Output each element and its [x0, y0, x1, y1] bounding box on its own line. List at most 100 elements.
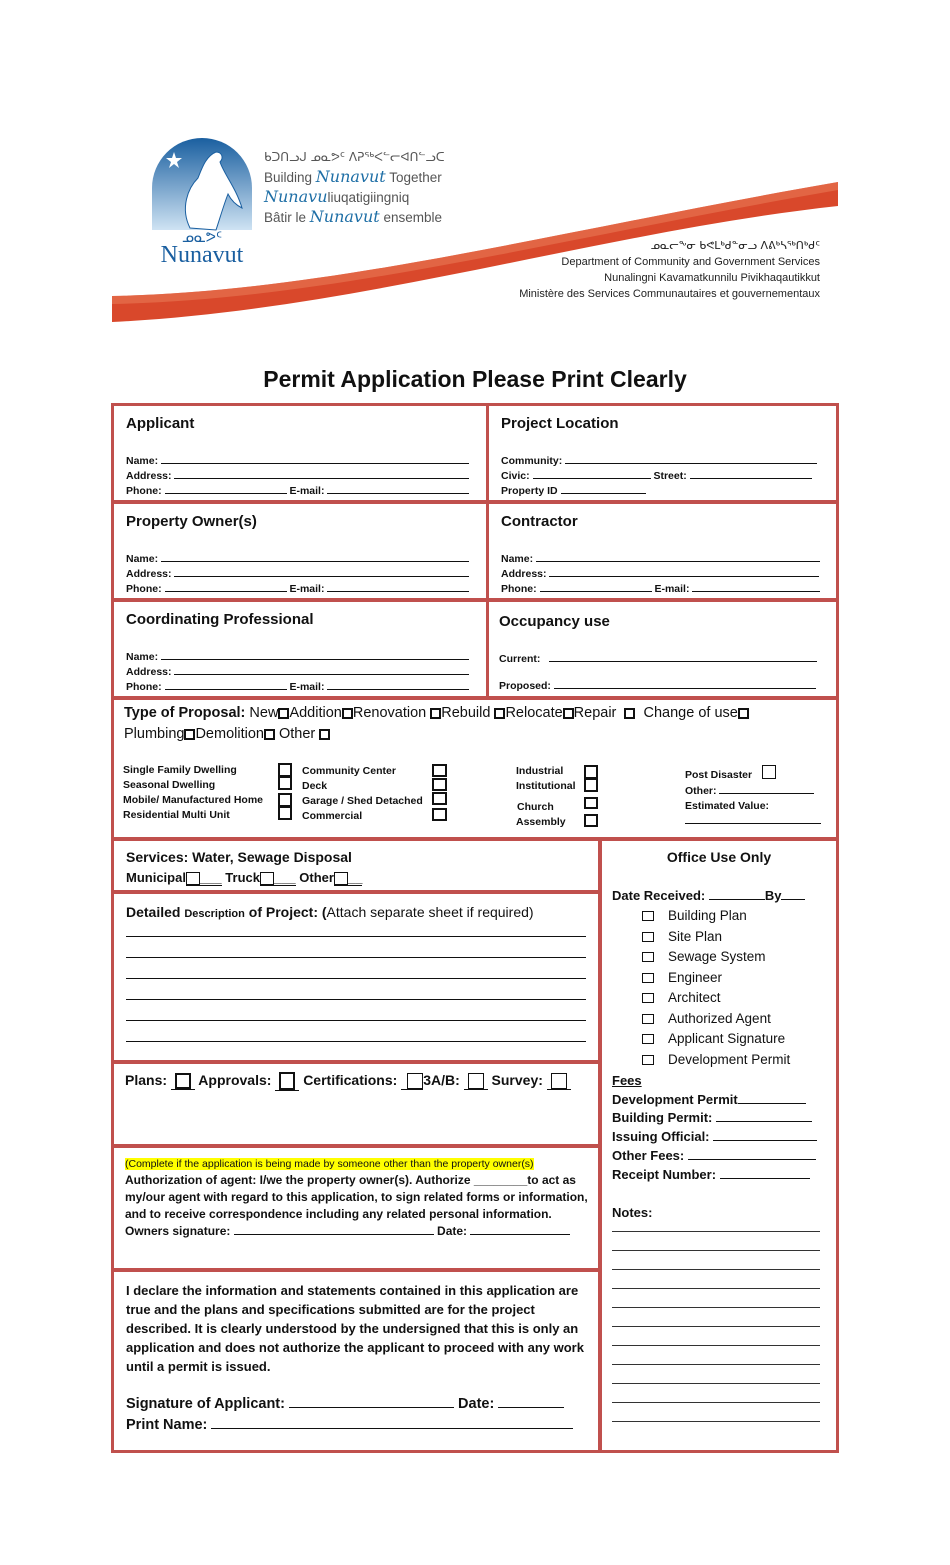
note-line[interactable]: [612, 1307, 820, 1308]
section-heading: Applicant: [126, 415, 195, 432]
plumbing-checkbox[interactable]: [184, 728, 196, 740]
survey-checkbox[interactable]: [550, 1073, 567, 1090]
truck-checkbox[interactable]: [259, 872, 274, 886]
office-checkbox[interactable]: [642, 972, 654, 983]
note-line[interactable]: [612, 1250, 820, 1251]
institutional-checkbox[interactable]: [584, 778, 598, 792]
certifications-checkbox[interactable]: [407, 1073, 424, 1090]
approvals-checkbox[interactable]: [279, 1072, 296, 1091]
owner-name-field[interactable]: Name:: [126, 552, 470, 565]
new-checkbox[interactable]: [278, 707, 290, 719]
description-line[interactable]: [126, 936, 586, 937]
church-checkbox[interactable]: [584, 797, 598, 809]
estimated-value-field[interactable]: [685, 823, 821, 824]
building-type-label: Church: [517, 801, 554, 813]
contractor-phone-field[interactable]: Phone: E-mail:: [501, 582, 821, 595]
building-type-label: Residential Multi Unit: [123, 809, 230, 821]
applicant-address-field[interactable]: Address:: [126, 469, 470, 482]
note-line[interactable]: [612, 1364, 820, 1365]
date-received-field[interactable]: Date Received: By: [612, 888, 806, 903]
building-type-label: Institutional: [516, 780, 576, 792]
current-occupancy-field[interactable]: Current:: [499, 652, 818, 665]
issuing-official-field[interactable]: Issuing Official:: [612, 1129, 818, 1144]
description-heading: Detailed Description of Project: (Attach…: [126, 904, 534, 920]
applicant-name-field[interactable]: Name:: [126, 454, 470, 467]
tagline-syllabics: ᑲᑐᑎᓗᒍ ᓄᓇᕗᑦ ᐱᕈᖅᐸᓪᓕᐊᑎᓪᓗᑕ: [264, 150, 445, 164]
office-checkbox[interactable]: [642, 1013, 654, 1024]
post-disaster-checkbox[interactable]: [762, 765, 776, 779]
office-checkbox[interactable]: [642, 993, 654, 1004]
note-line[interactable]: [612, 1231, 820, 1232]
note-line[interactable]: [612, 1345, 820, 1346]
professional-address-field[interactable]: Address:: [126, 665, 470, 678]
note-line[interactable]: [612, 1421, 820, 1422]
community-center-checkbox[interactable]: [432, 764, 447, 777]
print-name-field[interactable]: Print Name:: [126, 1417, 574, 1433]
repair-checkbox[interactable]: [624, 707, 636, 719]
building-type-label: Assembly: [516, 816, 566, 828]
change-of-use-checkbox[interactable]: [737, 707, 749, 719]
dept-english: Department of Community and Government S…: [561, 256, 820, 268]
professional-name-field[interactable]: Name:: [126, 650, 470, 663]
receipt-number-field[interactable]: Receipt Number:: [612, 1167, 810, 1182]
other-fees-field[interactable]: Other Fees:: [612, 1148, 816, 1163]
applicant-phone-field[interactable]: Phone: E-mail:: [126, 484, 470, 497]
seasonal-dwelling-checkbox[interactable]: [278, 776, 292, 790]
proposed-occupancy-field[interactable]: Proposed:: [499, 679, 816, 692]
dept-french: Ministère des Services Communautaires et…: [519, 288, 820, 300]
garage-checkbox[interactable]: [432, 792, 447, 805]
professional-phone-field[interactable]: Phone: E-mail:: [126, 680, 470, 693]
mobile-home-checkbox[interactable]: [278, 793, 292, 807]
description-line[interactable]: [126, 1020, 586, 1021]
residential-multi-checkbox[interactable]: [278, 806, 292, 820]
development-permit-fee-field[interactable]: Development Permit: [612, 1092, 806, 1107]
office-checkbox[interactable]: [642, 931, 654, 942]
contractor-address-field[interactable]: Address:: [501, 567, 820, 580]
deck-checkbox[interactable]: [432, 778, 447, 791]
note-line[interactable]: [612, 1269, 820, 1270]
plans-checkbox[interactable]: [174, 1073, 191, 1090]
3ab-checkbox[interactable]: [467, 1073, 484, 1090]
post-disaster-label: Post Disaster: [685, 769, 753, 781]
other-building-field[interactable]: Other:: [685, 784, 815, 797]
description-line[interactable]: [126, 978, 586, 979]
commercial-checkbox[interactable]: [432, 808, 447, 821]
building-permit-fee-field[interactable]: Building Permit:: [612, 1110, 813, 1125]
owner-phone-field[interactable]: Phone: E-mail:: [126, 582, 470, 595]
addition-checkbox[interactable]: [341, 707, 353, 719]
rebuild-checkbox[interactable]: [494, 707, 506, 719]
municipal-checkbox[interactable]: [185, 872, 200, 886]
office-checkbox[interactable]: [642, 1054, 654, 1065]
office-checkbox[interactable]: [642, 911, 654, 922]
other-service-checkbox[interactable]: [333, 872, 348, 886]
office-checklist-item: Applicant Signature: [642, 1031, 785, 1046]
description-line[interactable]: [126, 1041, 586, 1042]
note-line[interactable]: [612, 1402, 820, 1403]
property-owner-section: Property Owner(s) Name: Address: Phone: …: [111, 501, 489, 601]
owner-address-field[interactable]: Address:: [126, 567, 470, 580]
description-line[interactable]: [126, 957, 586, 958]
building-type-label: Garage / Shed Detached: [302, 795, 423, 807]
applicant-signature-field[interactable]: Signature of Applicant: Date:: [126, 1396, 565, 1412]
office-checkbox[interactable]: [642, 1034, 654, 1045]
note-line[interactable]: [612, 1383, 820, 1384]
community-field[interactable]: Community:: [501, 454, 818, 467]
office-checklist-item: Sewage System: [642, 949, 766, 964]
office-checkbox[interactable]: [642, 952, 654, 963]
contractor-name-field[interactable]: Name:: [501, 552, 821, 565]
relocate-checkbox[interactable]: [562, 707, 574, 719]
demolition-checkbox[interactable]: [263, 728, 275, 740]
civic-street-field[interactable]: Civic: Street:: [501, 469, 812, 482]
property-id-field[interactable]: Property ID: [501, 484, 646, 497]
industrial-checkbox[interactable]: [584, 765, 598, 779]
polar-bear-icon: ᓄᓇᕗᑦ Nunavut: [152, 138, 252, 268]
note-line[interactable]: [612, 1288, 820, 1289]
owner-signature-field[interactable]: Owners signature: Date:: [125, 1223, 590, 1240]
single-family-checkbox[interactable]: [278, 763, 292, 777]
renovation-checkbox[interactable]: [430, 707, 442, 719]
assembly-checkbox[interactable]: [584, 814, 598, 827]
other-proposal-checkbox[interactable]: [319, 728, 331, 740]
description-line[interactable]: [126, 999, 586, 1000]
note-line[interactable]: [612, 1326, 820, 1327]
tagline-english: Building Nunavut Together: [264, 167, 442, 186]
